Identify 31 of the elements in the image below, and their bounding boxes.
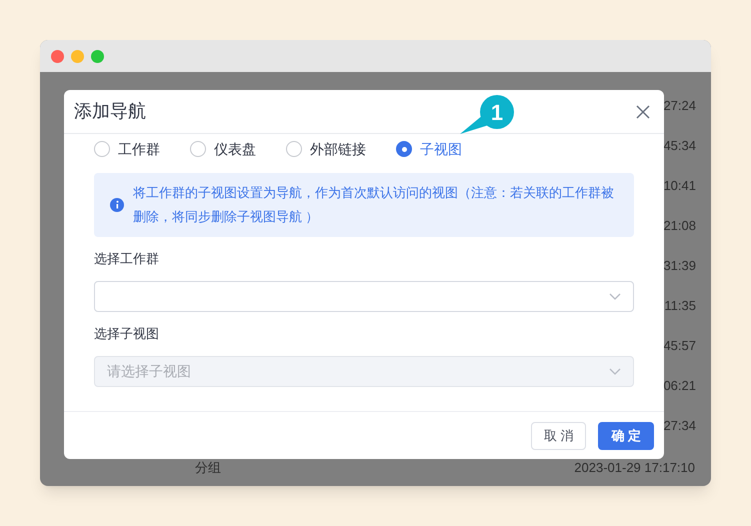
- field-label: 选择子视图: [94, 326, 160, 342]
- minimize-window-icon[interactable]: [71, 50, 84, 62]
- table-cell-text: 31:39: [663, 257, 696, 275]
- table-cell-text: 45:57: [663, 337, 696, 355]
- cancel-button[interactable]: 取 消: [530, 422, 586, 450]
- step-badge: 1: [459, 94, 517, 135]
- field-label: 选择工作群: [94, 251, 160, 267]
- close-window-icon[interactable]: [51, 50, 64, 62]
- table-cell-text: 10:41: [663, 177, 696, 195]
- close-icon[interactable]: [636, 104, 650, 118]
- table-cell-text: 45:34: [663, 137, 696, 155]
- table-cell-text: 06:21: [663, 377, 696, 395]
- maximize-window-icon[interactable]: [91, 50, 104, 62]
- confirm-button[interactable]: 确 定: [598, 422, 654, 450]
- table-cell-text: 27:34: [663, 417, 696, 435]
- select-field: 请选择子视图: [94, 356, 634, 387]
- radio-option[interactable]: 子视图: [396, 138, 462, 160]
- table-cell-text: 11:35: [664, 297, 696, 315]
- info-text: 将工作群的子视图设置为导航，作为首次默认访问的视图（注意：若关联的工作群被删除，将同步删除子视图导航 ）: [133, 184, 615, 226]
- radio-option[interactable]: 外部链接: [286, 138, 366, 160]
- table-cell-text: 27:24: [663, 97, 696, 115]
- radio-option[interactable]: 工作群: [94, 138, 160, 160]
- select-field[interactable]: [94, 281, 634, 312]
- radio-option[interactable]: 仪表盘: [190, 138, 256, 160]
- chevron-down-icon: [609, 368, 621, 376]
- table-cell: 分组: [195, 460, 221, 476]
- dialog-title: 添加导航: [74, 100, 146, 123]
- info-icon: [110, 198, 124, 212]
- chevron-down-icon: [609, 292, 621, 300]
- table-cell-text: 21:08: [663, 217, 696, 235]
- table-cell: 2023-01-29 17:17:10: [574, 460, 695, 476]
